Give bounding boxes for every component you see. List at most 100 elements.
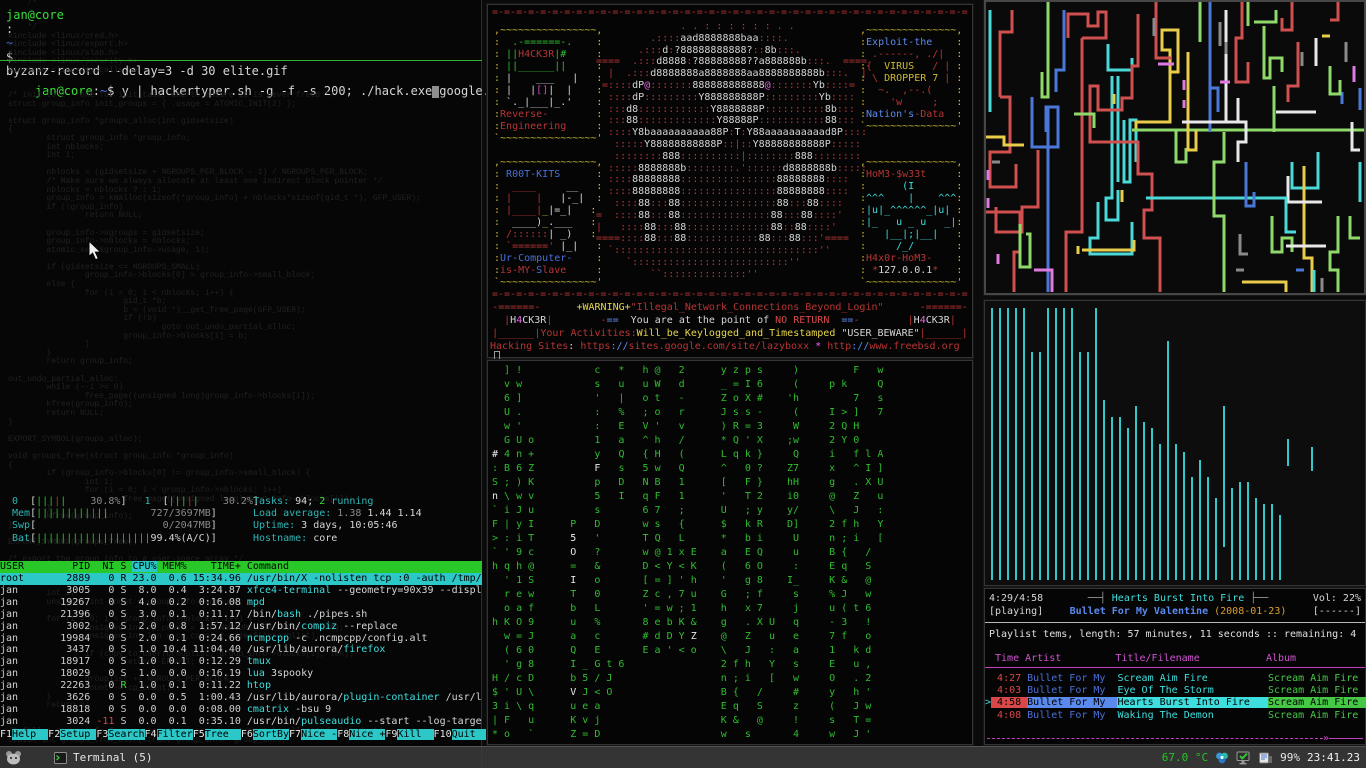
text-line: Hacking Sites: https://sites.google.com/… (490, 340, 970, 353)
temperature-readout: 67.0 °C (1162, 751, 1208, 764)
skull-line: .::::aad8888888baa::::. (596, 33, 867, 45)
viz-bar (1247, 482, 1249, 580)
fkey-F10[interactable]: F10 (434, 729, 452, 740)
text-line: :Nation's-Data : (860, 109, 962, 121)
matrix-line: 3 i \ q u e a E q S z ( J w (492, 700, 883, 714)
skull-line: ``::::::::::::::'' (596, 269, 867, 281)
matrix-line: $ ' U \ V J < O B { / # y h ' (492, 686, 883, 700)
process-row[interactable]: jan 3002 0 S 2.0 0.8 1:57.12 /usr/bin/co… (0, 621, 482, 633)
text-line: :is-MY-Slave : (494, 265, 602, 277)
text-line: Tasks: 94; 2 running (253, 496, 422, 508)
skull-line: :::d8::::::::::::Y8888888P::::::::::8b::… (596, 104, 867, 116)
process-row[interactable]: jan 19984 0 S 2.0 0.1 0:24.66 ncmpcpp -c… (0, 633, 482, 645)
pipe-segment (1066, 38, 1082, 292)
fkey-F5[interactable]: F5 (193, 729, 205, 740)
terminal-split-line (0, 60, 482, 61)
process-row[interactable]: jan 18029 0 S 1.0 0.0 0:16.19 lua 3spook… (0, 668, 482, 680)
process-row[interactable]: jan 18818 0 S 0.0 0.0 0:08.00 cmatrix -b… (0, 704, 482, 716)
process-row[interactable]: jan 18917 0 S 1.0 0.1 0:12.29 tmux (0, 656, 482, 668)
artist-name: Bullet For My Valentine (1070, 606, 1215, 617)
fkey-F7[interactable]: F7 (289, 729, 301, 740)
process-row[interactable]: root 2889 0 R 23.0 0.6 15:34.96 /usr/bin… (0, 573, 482, 585)
text-line: : \ DROPPER 7 | : (860, 73, 962, 85)
playlist-song-row[interactable]: 4:27 Bullet For My Scream Aim Fire Screa… (985, 673, 1365, 685)
cmatrix-terminal[interactable]: ] ! c * h @ 2 y z p s ) F w v w s u u W … (487, 360, 973, 745)
viz-bar (1127, 428, 1129, 580)
fkey-F8[interactable]: F8 (337, 729, 349, 740)
viz-bar (1039, 352, 1041, 580)
viz-bar (1263, 504, 1265, 580)
text-line: Hostname: core (253, 533, 422, 545)
fkey-F4[interactable]: F4 (145, 729, 157, 740)
pipe-segment (1056, 10, 1064, 92)
htop-table-header[interactable]: USER PID NI S CPU% MEM% TIME+ Command (0, 561, 482, 573)
ascii-art-terminal[interactable]: =-=-=-=-=-=-=-=-=-=-=-=-=-=-=-=-=-=-=-=-… (487, 4, 973, 358)
process-row[interactable]: jan 3437 0 S 1.0 10.4 11:04.40 /usr/lib/… (0, 644, 482, 656)
ncmpcpp-player[interactable]: 4:29/4:58 ──┤ Hearts Burst Into Fire ├──… (984, 588, 1366, 745)
matrix-line: ] ! c * h @ 2 y z p s ) F w (492, 364, 883, 378)
matrix-line: U . : % ; o r J s s - ( I > ] 7 (492, 406, 883, 420)
text-line: : .-======-. : (494, 37, 602, 49)
matrix-line: S ; ) K p D N B 1 [ F } hH g . X U (492, 476, 883, 490)
fkey-F6[interactable]: F6 (241, 729, 253, 740)
audio-visualizer-terminal[interactable] (984, 300, 1366, 586)
skull-line: | ::::88:::88::::::::::::::88::88::::' (596, 222, 867, 234)
viz-bar (1271, 504, 1273, 580)
process-row[interactable]: jan 21396 0 S 3.0 0.1 0:11.17 /bin/bash … (0, 609, 482, 621)
taskbar[interactable]: Terminal (5) 67.0 °C 99% 23:41.23 (0, 746, 1366, 768)
text-line: `~~~~~~~~~~~~~~~~' (494, 277, 602, 289)
text-line: :Engineering : (494, 121, 602, 133)
pipes-terminal[interactable] (984, 0, 1366, 295)
text-line: :H4x0r-HoM3- : (860, 253, 962, 265)
power-battery-icon[interactable] (1258, 751, 1273, 765)
fkey-F1[interactable]: F1 (0, 729, 12, 740)
playlist-scroll-indicator: » (987, 732, 1363, 744)
viz-bar (1111, 417, 1113, 580)
process-row[interactable]: jan 3005 0 S 8.0 0.4 3:24.87 xfce4-termi… (0, 585, 482, 597)
fkey-F2[interactable]: F2 (48, 729, 60, 740)
skull-line: `::::::::::::::::::::::::::::::::::'' (596, 245, 867, 257)
fkey-F3[interactable]: F3 (96, 729, 108, 740)
desktop: { "palette":{ "g":"#2fbd2f","gb":"#3ade3… (0, 0, 1366, 768)
playlist-song-row[interactable]: 4:03 Bullet For My Eye Of The Storm Scre… (985, 685, 1365, 697)
art-box-hacker: ,~~~~~~~~~~~~~~~~,: .-======-. :: ||H4CK… (494, 25, 602, 145)
process-row[interactable]: jan 3024 -11 S 0.0 0.1 0:35.10 /usr/bin/… (0, 716, 482, 728)
pipes-drawing (986, 2, 1364, 293)
terminal-window-left[interactable]: /* jan@core:~$ byzanz-record --delay=3 -… (0, 0, 482, 768)
mouse-pointer (88, 240, 102, 261)
text-line: ,~~~~~~~~~~~~~~~~, (494, 157, 602, 169)
taskbar-window-button[interactable]: Terminal (5) (48, 750, 158, 765)
skull-line: =::::dP@:::::::888888888888@:::::::Yb:::… (596, 80, 867, 92)
pipe-segment (1304, 166, 1312, 292)
monitor-check-icon[interactable] (1236, 751, 1251, 765)
playlist-song-row[interactable]: 4:08 Bullet For My Waking The Demon Scre… (985, 710, 1365, 722)
matrix-line: n \ w v 5 I q F 1 ' T 2 i0 @ Z u (492, 490, 883, 504)
fkey-F9[interactable]: F9 (385, 729, 397, 740)
process-row[interactable]: jan 19267 0 S 4.0 0.2 0:16.08 mpd (0, 597, 482, 609)
playlist[interactable]: 4:27 Bullet For My Scream Aim Fire Screa… (985, 673, 1365, 722)
playlist-song-row[interactable]: > 4:58 Bullet For My Hearts Burst Into F… (985, 697, 1365, 709)
viz-bar (1047, 308, 1049, 580)
htop-process-list[interactable]: root 2889 0 R 23.0 0.6 15:34.96 /usr/bin… (0, 573, 482, 728)
xfce-menu-icon[interactable] (5, 750, 22, 765)
htop-function-keys[interactable]: F1Help F2Setup F3SearchF4FilterF5Tree F6… (0, 728, 482, 741)
process-row[interactable]: jan 22263 0 R 1.0 0.1 0:11.22 htop (0, 680, 482, 692)
clock[interactable]: 23:41.23 (1307, 751, 1360, 764)
tray-blue-icon[interactable] (1215, 751, 1229, 765)
viz-bar (1007, 308, 1009, 580)
art-border-top: =-=-=-=-=-=-=-=-=-=-=-=-=-=-=-=-=-=-=-=-… (492, 7, 968, 18)
skull-line: .:::d:?88888888888?::8b:::. (596, 45, 867, 57)
text-line: : /::::::| _) : (494, 229, 602, 241)
text-line: ,~~~~~~~~~~~~~~~, (860, 25, 962, 37)
playlist-info: Playlist tems, length: 57 minutes, 11 se… (985, 629, 1365, 640)
viz-bar (1199, 460, 1201, 580)
pipe-segment (1042, 2, 1048, 97)
text-line: : ||H4CK3R|# : (494, 49, 602, 61)
text-line: ,~~~~~~~~~~~~~~~~, (494, 25, 602, 37)
skull-line: ::::dP:::::::::Y888888888P:::::::::Yb:::… (596, 92, 867, 104)
pipe-segment (1330, 216, 1338, 292)
text-line: : `======' |_| : (494, 241, 602, 253)
process-row[interactable]: jan 3626 0 S 0.0 0.5 1:00.43 /usr/lib/au… (0, 692, 482, 704)
playlist-columns: Time Artist Title/Filename Album (985, 653, 1365, 664)
song-title: Hearts Burst Into Fire (1112, 593, 1244, 604)
